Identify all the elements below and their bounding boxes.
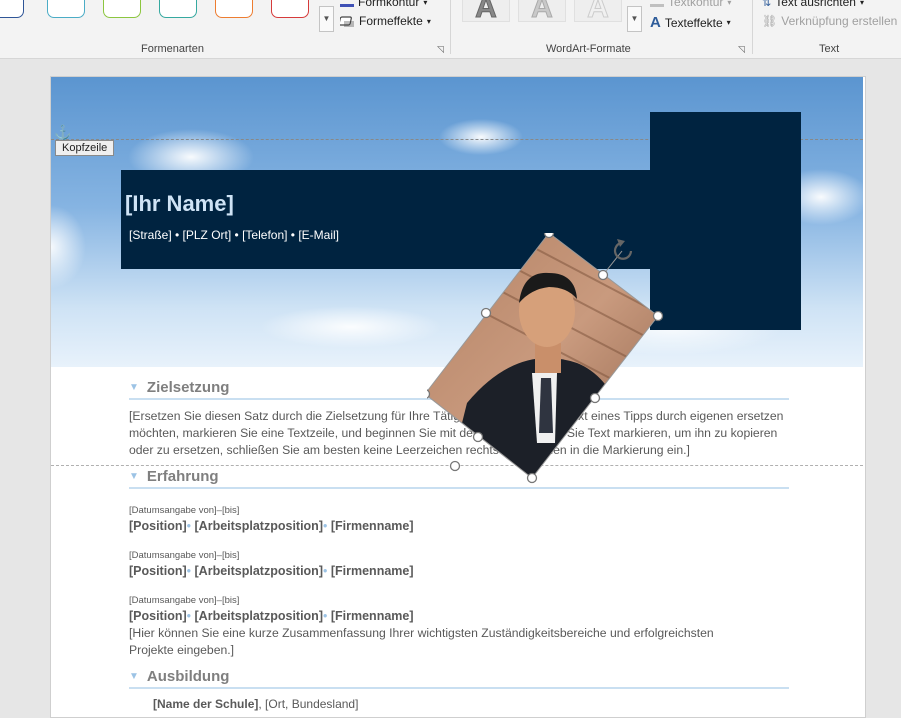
wordart-launcher-icon[interactable]: ◹ bbox=[738, 44, 745, 55]
job-position: [Position] bbox=[129, 609, 187, 623]
school-location: [Ort, Bundesland] bbox=[265, 697, 359, 711]
formeffekte-button[interactable]: Formeffekte ▾ bbox=[340, 14, 431, 28]
textkontur-label: Textkontur bbox=[668, 0, 724, 9]
collapse-triangle-icon[interactable]: ▼ bbox=[129, 471, 139, 482]
textkontur-button[interactable]: Textkontur ▾ bbox=[650, 0, 731, 9]
resume-name[interactable]: [Ihr Name] bbox=[125, 191, 234, 217]
verknuepfung-label: Verknüpfung erstellen bbox=[781, 14, 898, 28]
resize-handle[interactable] bbox=[589, 392, 601, 404]
formeffekte-label: Formeffekte bbox=[359, 14, 423, 28]
job-company: [Firmenname] bbox=[330, 519, 414, 533]
ribbon-separator bbox=[752, 0, 753, 54]
text-outline-icon bbox=[650, 3, 664, 7]
link-icon: ⛓ bbox=[762, 14, 778, 28]
job-date[interactable]: [Datumsangabe von]–[bis] bbox=[129, 550, 239, 561]
rotate-handle-icon[interactable] bbox=[613, 239, 633, 260]
job-title-line[interactable]: [Position]• [Arbeitsplatzposition]• [Fir… bbox=[129, 564, 414, 578]
chevron-down-icon: ▾ bbox=[726, 18, 731, 27]
formkontur-button[interactable]: Formkontur ▾ bbox=[340, 0, 427, 9]
separator-dot: • bbox=[322, 609, 328, 623]
section-ausbildung: ▼ Ausbildung bbox=[129, 666, 789, 689]
resize-handle[interactable] bbox=[449, 460, 461, 472]
separator-dot: • bbox=[186, 609, 192, 623]
separator-dot: • bbox=[186, 564, 192, 578]
separator-dot: • bbox=[322, 564, 328, 578]
wordart-style-3[interactable]: A bbox=[574, 0, 622, 23]
section-title[interactable]: Zielsetzung bbox=[147, 379, 230, 396]
job-summary[interactable]: [Hier können Sie eine kurze Zusammenfass… bbox=[129, 625, 729, 659]
job-date[interactable]: [Datumsangabe von]–[bis] bbox=[129, 595, 239, 606]
wordart-style-2[interactable]: A bbox=[518, 0, 566, 23]
ribbon: ▼ Formkontur ▾ Formeffekte ▾ Formenarten… bbox=[0, 0, 901, 59]
shape-style-5[interactable] bbox=[215, 0, 253, 18]
chevron-down-icon: ▾ bbox=[859, 0, 864, 7]
job-date[interactable]: [Datumsangabe von]–[bis] bbox=[129, 505, 239, 516]
job-company: [Firmenname] bbox=[330, 609, 414, 623]
job-title-line[interactable]: [Position]• [Arbeitsplatzposition]• [Fir… bbox=[129, 609, 414, 623]
text-ausrichten-button[interactable]: ⇅ Text ausrichten ▾ bbox=[762, 0, 864, 9]
wordart-more-button[interactable]: ▼ bbox=[627, 6, 642, 32]
contact-line[interactable]: [Straße] • [PLZ Ort] • [Telefon] • [E-Ma… bbox=[129, 228, 339, 242]
resize-handle[interactable] bbox=[597, 269, 609, 281]
header-tag[interactable]: Kopfzeile bbox=[55, 140, 115, 156]
section-rule bbox=[129, 487, 789, 489]
anchor-icon[interactable]: ⚓ bbox=[54, 124, 71, 141]
verknuepfung-erstellen-button[interactable]: ⛓ Verknüpfung erstellen bbox=[762, 14, 897, 28]
shape-style-6[interactable] bbox=[271, 0, 309, 18]
shape-effects-icon bbox=[340, 15, 354, 27]
gallery-more-button[interactable]: ▼ bbox=[319, 6, 334, 32]
shape-style-4[interactable] bbox=[159, 0, 197, 18]
resize-handle[interactable] bbox=[480, 307, 492, 319]
shape-style-1[interactable] bbox=[0, 0, 24, 18]
ribbon-separator bbox=[450, 0, 451, 54]
shape-style-2[interactable] bbox=[47, 0, 85, 18]
section-title[interactable]: Ausbildung bbox=[147, 668, 230, 685]
job-title-line[interactable]: [Position]• [Arbeitsplatzposition]• [Fir… bbox=[129, 519, 414, 533]
group-label-formenarten: Formenarten bbox=[141, 43, 204, 55]
chevron-down-icon: ▾ bbox=[423, 0, 428, 7]
text-align-icon: ⇅ bbox=[762, 0, 772, 9]
pen-icon bbox=[340, 3, 354, 7]
job-workplace: [Arbeitsplatzposition] bbox=[194, 564, 323, 578]
job-position: [Position] bbox=[129, 519, 187, 533]
document-page[interactable]: ⚓ Kopfzeile [Ihr Name] [Straße] • [PLZ O… bbox=[50, 76, 866, 718]
chevron-down-icon: ▾ bbox=[426, 16, 431, 26]
shape-style-3[interactable] bbox=[103, 0, 141, 18]
formenarten-launcher-icon[interactable]: ◹ bbox=[437, 44, 444, 55]
separator-dot: • bbox=[186, 519, 192, 533]
section-title[interactable]: Erfahrung bbox=[147, 468, 219, 485]
school-name: [Name der Schule] bbox=[153, 697, 259, 711]
collapse-triangle-icon[interactable]: ▼ bbox=[129, 382, 139, 393]
job-workplace: [Arbeitsplatzposition] bbox=[194, 519, 323, 533]
texteffekte-button[interactable]: A Texteffekte ▾ bbox=[650, 14, 731, 31]
texteffekte-label: Texteffekte bbox=[664, 15, 723, 30]
job-workplace: [Arbeitsplatzposition] bbox=[194, 609, 323, 623]
text-ausrichten-label: Text ausrichten bbox=[775, 0, 856, 9]
text-effects-icon: A bbox=[650, 14, 661, 31]
rotated-photo[interactable] bbox=[427, 233, 699, 485]
group-label-wordart: WordArt-Formate bbox=[546, 43, 631, 55]
collapse-triangle-icon[interactable]: ▼ bbox=[129, 671, 139, 682]
group-label-text: Text bbox=[819, 43, 840, 55]
wordart-style-1[interactable]: A bbox=[462, 0, 510, 23]
resize-handle[interactable] bbox=[472, 431, 484, 443]
chevron-down-icon: ▾ bbox=[727, 0, 732, 7]
section-rule bbox=[129, 687, 789, 689]
resize-handle[interactable] bbox=[526, 472, 538, 484]
job-position: [Position] bbox=[129, 564, 187, 578]
resize-handle[interactable] bbox=[543, 233, 555, 239]
separator-dot: • bbox=[322, 519, 328, 533]
school-line[interactable]: [Name der Schule], [Ort, Bundesland] bbox=[153, 697, 358, 711]
formkontur-label: Formkontur bbox=[358, 0, 420, 9]
resize-handle[interactable] bbox=[652, 310, 664, 322]
job-company: [Firmenname] bbox=[330, 564, 414, 578]
